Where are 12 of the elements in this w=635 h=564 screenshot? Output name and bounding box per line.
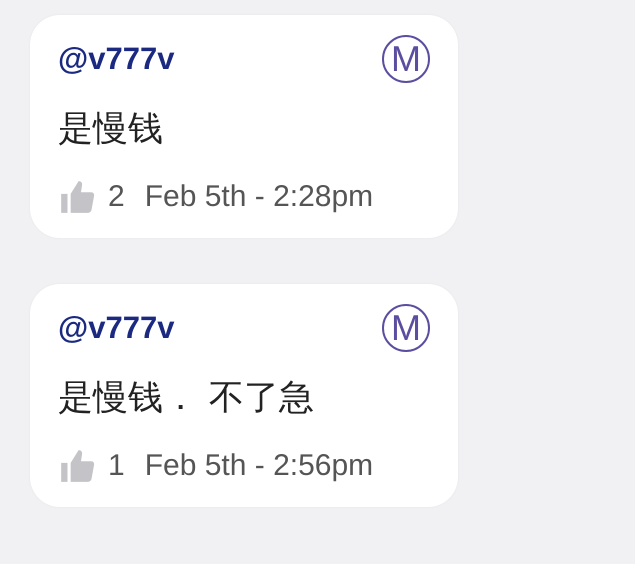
badge-icon: M [382, 304, 430, 352]
badge-icon: M [382, 35, 430, 83]
thumbs-up-icon[interactable] [58, 447, 96, 485]
comment-date: Feb 5th - 2:28pm [144, 180, 374, 214]
thumbs-up-icon[interactable] [58, 178, 96, 216]
comment-text: 是慢钱． 不了急 [58, 377, 316, 420]
username[interactable]: @v777v [58, 41, 174, 77]
comment-text: 是慢钱 [58, 108, 164, 151]
like-count: 2 [108, 180, 125, 214]
like-count: 1 [108, 449, 125, 483]
username[interactable]: @v777v [58, 310, 174, 346]
comment-date: Feb 5th - 2:56pm [144, 449, 374, 483]
